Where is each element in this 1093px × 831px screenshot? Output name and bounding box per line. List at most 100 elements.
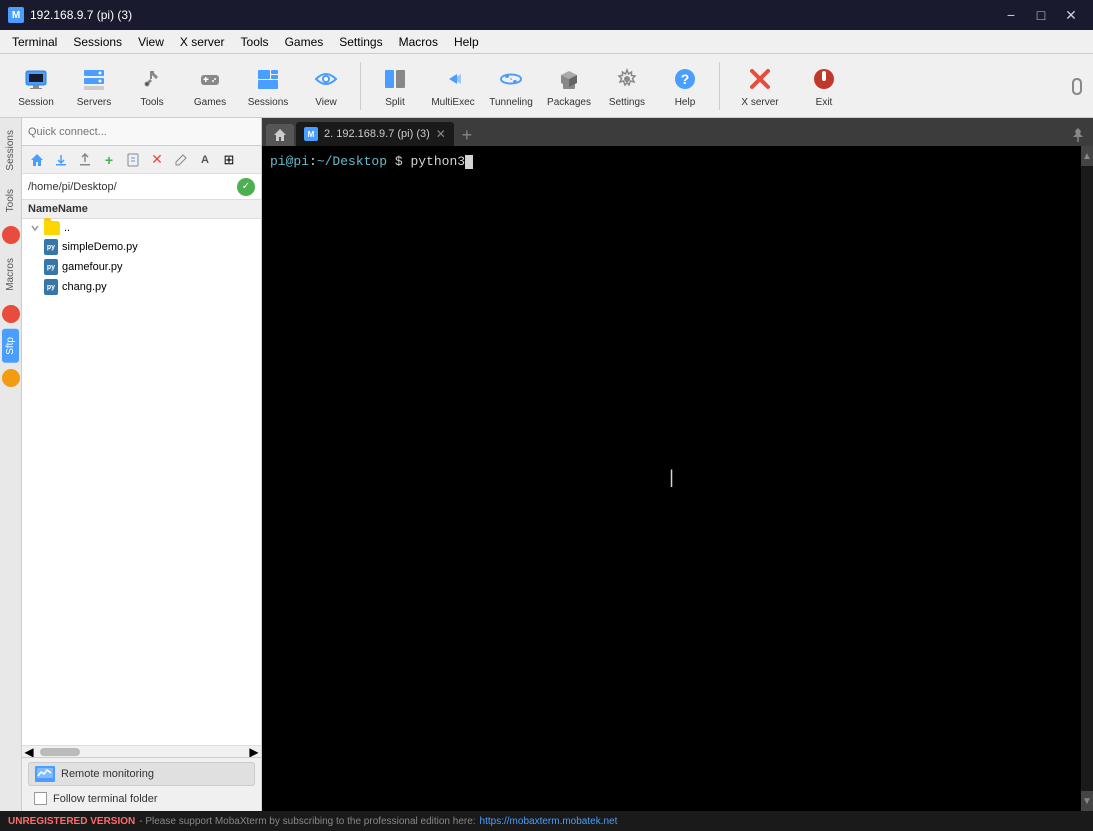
terminal-scrollbar[interactable]: ▲ ▼ [1081,146,1093,811]
scroll-up-btn[interactable]: ▲ [1081,146,1093,166]
quick-connect-input[interactable] [28,126,255,138]
exit-icon [808,63,840,95]
tunneling-icon [495,63,527,95]
menu-view[interactable]: View [130,33,172,51]
toolbar-games[interactable]: Games [182,58,238,114]
terminal-body: pi@pi:~/Desktop $ python3 | ▲ ▼ [262,146,1093,811]
file-panel: + ✕ A ⊞ ✓ [22,118,262,811]
file-item-chang[interactable]: py chang.py [22,277,261,297]
terminal-tab-close[interactable]: ✕ [436,127,446,141]
name-column-header: Name [28,203,58,215]
mobatek-link[interactable]: https://mobaxterm.mobatek.net [480,816,618,827]
packages-icon [553,63,585,95]
menu-xserver[interactable]: X server [172,33,233,51]
cursor-block [465,155,473,169]
toolbar-servers[interactable]: Servers [66,58,122,114]
toolbar-split[interactable]: Split [367,58,423,114]
scroll-track [1081,166,1093,791]
split-icon [379,63,411,95]
follow-folder-checkbox[interactable] [34,792,47,805]
session-icon [20,63,52,95]
file-download-btn[interactable] [50,149,72,171]
python-icon-gamefour: py [44,259,58,275]
toolbar-separator-2 [719,62,720,110]
remote-monitoring-label: Remote monitoring [61,768,154,780]
toolbar: Session Servers Tools [0,54,1093,118]
sidebar-tab-macros[interactable]: Macros [2,250,19,299]
toolbar-multiexec[interactable]: MultiExec [425,58,481,114]
menu-tools[interactable]: Tools [233,33,277,51]
packages-label: Packages [547,97,591,108]
sidebar-tab-sftp[interactable]: Sftp [2,329,19,363]
alert-indicator[interactable] [2,226,20,244]
follow-folder-row: Follow terminal folder [28,790,255,807]
toolbar-session[interactable]: Session [8,58,64,114]
path-confirm-btn[interactable]: ✓ [237,178,255,196]
file-newfile-btn[interactable] [122,149,144,171]
tab-bar: M 2. 192.168.9.7 (pi) (3) ✕ + [262,118,1093,146]
scroll-down-btn[interactable]: ▼ [1081,791,1093,811]
status-bar: UNREGISTERED VERSION - Please support Mo… [0,811,1093,831]
terminal-tab-1[interactable]: M 2. 192.168.9.7 (pi) (3) ✕ [296,122,454,146]
toolbar-sessions[interactable]: Sessions [240,58,296,114]
close-button[interactable]: ✕ [1057,4,1085,26]
view-label: View [315,97,337,108]
toolbar-tunneling[interactable]: Tunneling [483,58,539,114]
file-item-gamefour[interactable]: py gamefour.py [22,257,261,277]
menu-settings[interactable]: Settings [331,33,390,51]
multiexec-icon [437,63,469,95]
remote-monitoring-btn[interactable]: Remote monitoring [28,762,255,786]
file-rename-btn[interactable]: A [194,149,216,171]
toolbar-settings[interactable]: Settings [599,58,655,114]
app-icon: M [8,7,24,23]
servers-icon [78,63,110,95]
window-title: 192.168.9.7 (pi) (3) [30,8,132,22]
menu-help[interactable]: Help [446,33,487,51]
file-edit-btn[interactable] [170,149,192,171]
file-upload-btn[interactable] [74,149,96,171]
terminal-content[interactable]: pi@pi:~/Desktop $ python3 | [262,146,1081,811]
toolbar-packages[interactable]: Packages [541,58,597,114]
terminal-area: M 2. 192.168.9.7 (pi) (3) ✕ + pi@pi:~/De… [262,118,1093,811]
pin-icon[interactable] [1067,124,1089,146]
sidebar-tab-tools[interactable]: Tools [2,181,19,220]
attach-icon[interactable] [1069,76,1085,96]
file-home-btn[interactable] [26,149,48,171]
tools-icon [136,63,168,95]
home-tab[interactable] [266,124,294,146]
menu-sessions[interactable]: Sessions [65,33,130,51]
servers-label: Servers [77,97,111,108]
xserver-icon [744,63,776,95]
toolbar-xserver[interactable]: X server [726,58,794,114]
file-item-simpledemo[interactable]: py simpleDemo.py [22,237,261,257]
toolbar-help[interactable]: ? Help [657,58,713,114]
file-delete-btn[interactable]: ✕ [146,149,168,171]
macros-alert[interactable] [2,305,20,323]
file-refresh-btn[interactable]: ⊞ [218,149,240,171]
file-tree: Name Name .. py simpleDemo.py py gamefou… [22,200,261,745]
terminal-tab-label: 2. 192.168.9.7 (pi) (3) [324,128,430,140]
horizontal-scrollbar[interactable]: ◀ ▶ [22,745,261,757]
toolbar-exit[interactable]: Exit [796,58,852,114]
toolbar-view[interactable]: View [298,58,354,114]
minimize-button[interactable]: − [997,4,1025,26]
menu-terminal[interactable]: Terminal [4,33,65,51]
col-name-label: Name [58,203,88,215]
terminal-prompt-line: pi@pi:~/Desktop $ python3 [270,154,1073,169]
menu-games[interactable]: Games [277,33,332,51]
settings-label: Settings [609,97,645,108]
scroll-thumb[interactable] [40,748,80,756]
menu-macros[interactable]: Macros [391,33,446,51]
sessions-label: Sessions [248,97,289,108]
toolbar-tools[interactable]: Tools [124,58,180,114]
expand-icon [30,223,40,233]
add-tab-btn[interactable]: + [456,124,478,146]
file-item-parent[interactable]: .. [22,219,261,237]
file-newfolder-btn[interactable]: + [98,149,120,171]
tools-label: Tools [140,97,163,108]
svg-text:?: ? [681,71,690,87]
path-input[interactable] [28,181,233,193]
sidebar-tab-sessions[interactable]: Sessions [2,122,19,179]
status-message: - Please support MobaXterm by subscribin… [139,816,475,827]
maximize-button[interactable]: □ [1027,4,1055,26]
